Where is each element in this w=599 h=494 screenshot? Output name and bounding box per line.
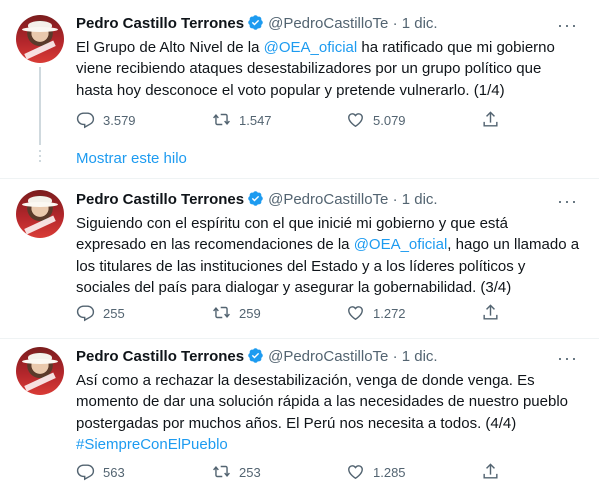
share-icon	[483, 304, 498, 320]
mention-link[interactable]: @OEA_oficial	[354, 236, 448, 253]
author-name[interactable]: Pedro Castillo Terrones	[76, 348, 244, 365]
retweet-button[interactable]: 1.547	[212, 110, 272, 130]
tweet-actions: 3.579 1.547 5.079	[76, 110, 506, 130]
tweet-date[interactable]: 1 dic.	[402, 348, 438, 365]
hashtag-link[interactable]: #SiempreConElPueblo	[76, 436, 228, 453]
tweet-text: Siguiendo con el espíritu con el que ini…	[76, 213, 581, 298]
reply-icon	[76, 112, 95, 129]
like-count: 1.272	[373, 306, 406, 321]
tweet-text: El Grupo de Alto Nivel de la @OEA_oficia…	[76, 37, 581, 101]
retweet-count: 253	[239, 465, 261, 480]
author-handle[interactable]: @PedroCastilloTe	[268, 191, 388, 208]
share-icon	[483, 463, 498, 479]
like-icon	[348, 306, 363, 321]
tweet-actions: 255 259 1.272	[76, 303, 506, 323]
verified-badge-icon	[248, 191, 263, 206]
retweet-button[interactable]: 259	[212, 303, 261, 323]
share-button[interactable]	[481, 110, 508, 130]
retweet-button[interactable]: 253	[212, 462, 261, 482]
tweet-date[interactable]: 1 dic.	[402, 15, 438, 32]
reply-icon	[76, 305, 95, 322]
separator-dot: ·	[392, 191, 398, 208]
separator-dot: ·	[392, 348, 398, 365]
text-segment: El Grupo de Alto Nivel de la	[76, 39, 264, 56]
thread-dots	[39, 150, 41, 165]
retweet-icon	[213, 465, 230, 478]
tweet-header: Pedro Castillo Terrones @PedroCastilloTe …	[76, 347, 438, 367]
show-thread-link[interactable]: Mostrar este hilo	[76, 150, 187, 167]
avatar[interactable]	[16, 347, 64, 395]
text-segment: Así como a rechazar la desestabilización…	[76, 372, 568, 432]
retweet-icon	[213, 113, 230, 126]
tweet[interactable]: Pedro Castillo Terrones @PedroCastilloTe …	[0, 339, 599, 494]
mention-link[interactable]: @OEA_oficial	[264, 39, 358, 56]
tweet-actions: 563 253 1.285	[76, 462, 506, 482]
share-icon	[483, 111, 498, 127]
retweet-icon	[213, 306, 230, 319]
reply-button[interactable]: 563	[76, 462, 125, 482]
reply-count: 255	[103, 306, 125, 321]
reply-button[interactable]: 255	[76, 303, 125, 323]
retweet-count: 1.547	[239, 113, 272, 128]
verified-badge-icon	[248, 348, 263, 363]
avatar[interactable]	[16, 190, 64, 238]
author-name[interactable]: Pedro Castillo Terrones	[76, 191, 244, 208]
reply-button[interactable]: 3.579	[76, 110, 136, 130]
reply-icon	[76, 464, 95, 481]
like-icon	[348, 113, 363, 128]
reply-count: 563	[103, 465, 125, 480]
tweet-header: Pedro Castillo Terrones @PedroCastilloTe …	[76, 14, 438, 34]
separator-dot: ·	[392, 15, 398, 32]
share-button[interactable]	[481, 462, 508, 482]
tweet-date[interactable]: 1 dic.	[402, 191, 438, 208]
tweet[interactable]: Pedro Castillo Terrones @PedroCastilloTe …	[0, 179, 599, 339]
author-handle[interactable]: @PedroCastilloTe	[268, 348, 388, 365]
avatar[interactable]	[16, 15, 64, 63]
reply-count: 3.579	[103, 113, 136, 128]
tweet[interactable]: Pedro Castillo Terrones @PedroCastilloTe …	[0, 0, 599, 145]
like-button[interactable]: 1.272	[346, 303, 406, 323]
like-button[interactable]: 5.079	[346, 110, 406, 130]
like-count: 5.079	[373, 113, 406, 128]
author-handle[interactable]: @PedroCastilloTe	[268, 15, 388, 32]
like-count: 1.285	[373, 465, 406, 480]
retweet-count: 259	[239, 306, 261, 321]
thread-line	[39, 67, 41, 145]
share-button[interactable]	[481, 303, 508, 323]
tweet-text: Así como a rechazar la desestabilización…	[76, 370, 581, 455]
verified-badge-icon	[248, 15, 263, 30]
like-button[interactable]: 1.285	[346, 462, 406, 482]
tweet-header: Pedro Castillo Terrones @PedroCastilloTe …	[76, 190, 438, 210]
like-icon	[348, 465, 363, 480]
author-name[interactable]: Pedro Castillo Terrones	[76, 15, 244, 32]
